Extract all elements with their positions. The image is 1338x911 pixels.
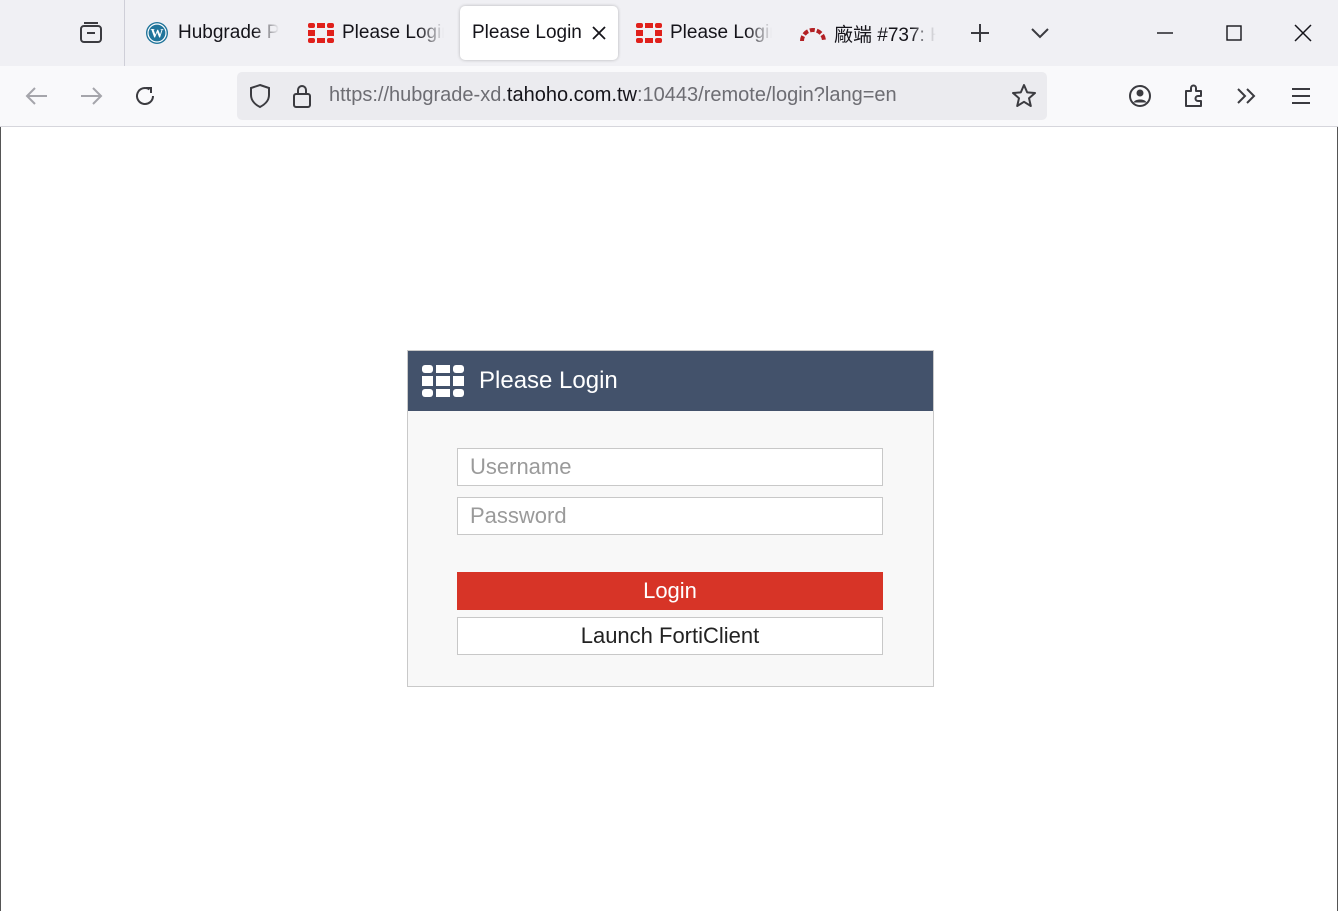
tab-title: Please Login	[342, 22, 444, 43]
more-tools-button[interactable]	[1226, 76, 1266, 116]
arrow-left-icon	[25, 87, 47, 105]
account-button[interactable]	[1120, 76, 1160, 116]
close-tab-button[interactable]	[588, 22, 610, 44]
arrow-right-icon	[81, 87, 103, 105]
launch-forticlient-button[interactable]: Launch FortiClient	[457, 617, 883, 655]
fortinet-icon	[636, 20, 662, 46]
redmine-icon	[800, 20, 826, 46]
login-button[interactable]: Login	[457, 572, 883, 610]
firefox-view-button[interactable]	[66, 9, 116, 57]
double-chevron-right-icon	[1237, 88, 1256, 104]
tab-please-login-2[interactable]: Please Login	[624, 6, 772, 60]
chevron-down-icon	[1031, 28, 1049, 39]
maximize-icon	[1226, 25, 1242, 41]
tab-title: Please Login	[472, 22, 582, 43]
wordpress-icon: W	[144, 20, 170, 46]
tab-redmine-737[interactable]: 廠端 #737: H	[788, 6, 936, 60]
lock-icon	[293, 85, 311, 108]
url-suffix: :10443/remote/login?lang=en	[636, 84, 897, 106]
firefox-view-icon	[80, 22, 102, 43]
tab-title: 廠端 #737: H	[834, 24, 936, 46]
puzzle-icon	[1185, 84, 1202, 107]
tab-hubgrade[interactable]: W Hubgrade P	[132, 6, 282, 60]
url-prefix: https://hubgrade-xd.	[329, 84, 507, 106]
minimize-icon	[1157, 32, 1173, 34]
hamburger-menu-icon	[1292, 88, 1310, 104]
close-window-button[interactable]	[1269, 0, 1337, 66]
app-menu-button[interactable]	[1281, 76, 1321, 116]
account-icon	[1129, 85, 1151, 107]
minimize-button[interactable]	[1131, 0, 1199, 66]
reload-button[interactable]	[125, 76, 165, 116]
tab-title: Please Login	[670, 22, 772, 43]
close-icon	[1294, 24, 1312, 42]
login-title: Please Login	[479, 367, 618, 394]
tab-please-login-1[interactable]: Please Login	[296, 6, 444, 60]
reload-icon	[136, 87, 154, 105]
login-header: Please Login	[408, 351, 933, 411]
fortinet-logo-icon	[422, 365, 464, 397]
back-button[interactable]	[17, 76, 57, 116]
star-icon	[1012, 84, 1036, 107]
site-security-button[interactable]	[287, 81, 317, 111]
close-icon	[592, 26, 606, 40]
username-input[interactable]	[457, 448, 883, 486]
url-text[interactable]: https://hubgrade-xd.tahoho.com.tw:10443/…	[329, 84, 897, 107]
shield-icon	[250, 83, 270, 109]
list-all-tabs-button[interactable]	[1020, 13, 1060, 53]
page-content: Please Login Login Launch FortiClient	[0, 127, 1338, 911]
tab-strip: W Hubgrade P Please Login Please Login P…	[0, 0, 1338, 66]
address-bar[interactable]: https://hubgrade-xd.tahoho.com.tw:10443/…	[237, 72, 1047, 120]
new-tab-button[interactable]	[960, 13, 1000, 53]
extensions-button[interactable]	[1174, 76, 1214, 116]
password-input[interactable]	[457, 497, 883, 535]
tab-separator	[124, 0, 125, 66]
login-panel: Please Login Login Launch FortiClient	[407, 350, 934, 687]
tab-please-login-active[interactable]: Please Login	[460, 6, 618, 60]
fortinet-icon	[308, 20, 334, 46]
maximize-button[interactable]	[1200, 0, 1268, 66]
tracking-protection-button[interactable]	[245, 81, 275, 111]
navigation-toolbar: https://hubgrade-xd.tahoho.com.tw:10443/…	[0, 66, 1338, 127]
forward-button[interactable]	[71, 76, 111, 116]
plus-icon	[971, 24, 989, 42]
svg-text:W: W	[151, 26, 164, 41]
bookmark-button[interactable]	[1009, 81, 1039, 111]
url-domain: tahoho.com.tw	[506, 84, 637, 106]
tab-title: Hubgrade P	[178, 22, 280, 43]
